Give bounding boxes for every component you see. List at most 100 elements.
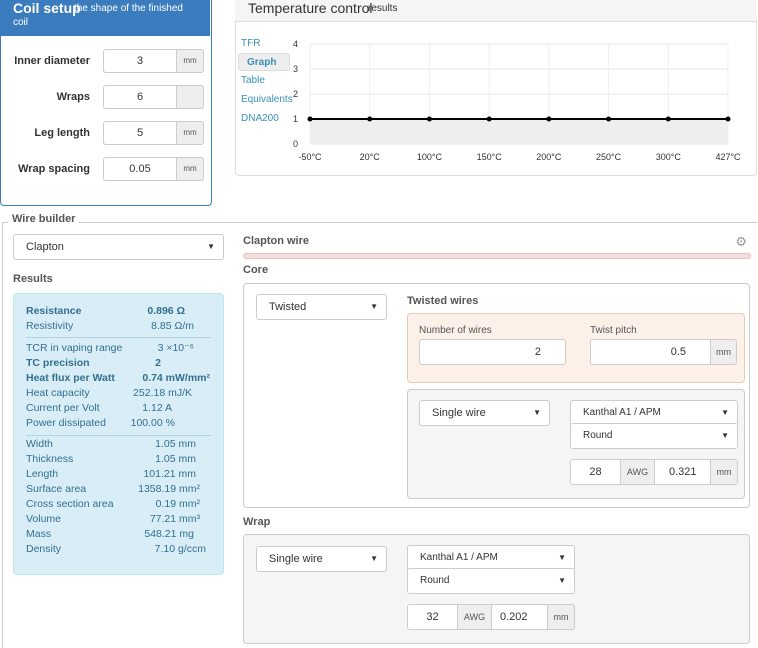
resistance-label: Resistance (26, 305, 82, 317)
wire-type-value: Clapton (26, 241, 64, 253)
number-of-wires-input[interactable]: 2 (419, 339, 566, 365)
data-point (486, 116, 492, 122)
gear-icon[interactable]: ⚙ (735, 234, 747, 250)
heat-capacity-value: 252.18 mJ/K (133, 387, 192, 399)
core-diameter-unit: mm (710, 459, 738, 485)
coil-setup-subtitle: the shape of the finished (74, 3, 183, 14)
wire-builder-label: Wire builder (8, 213, 80, 225)
core-shape-value: Round (583, 430, 613, 441)
inner-diameter-input[interactable]: 3 (103, 49, 177, 73)
core-awg-unit: AWG (620, 459, 655, 485)
x-tick-label: 20°C (360, 152, 381, 162)
inner-diameter-unit: mm (177, 49, 204, 73)
x-tick-label: 250°C (596, 152, 622, 162)
twist-pitch-input[interactable]: 0.5 (590, 339, 711, 365)
current-label: Current per Volt (26, 402, 100, 414)
tcr-label: TCR in vaping range (26, 342, 123, 354)
density-value: 7.10 g/ccm (154, 543, 206, 555)
clapton-wire-title: Clapton wire (243, 235, 310, 247)
y-tick-label: 2 (293, 89, 298, 99)
series-area (310, 119, 728, 144)
results-title: Results (13, 273, 53, 285)
volume-value: 77.21 mm³ (149, 513, 200, 525)
x-tick-label: 300°C (656, 152, 682, 162)
surface-area-label: Surface area (26, 483, 87, 495)
wrap-shape-value: Round (420, 575, 450, 586)
power-dissipated-value: 100.00 % (130, 417, 175, 429)
core-wire-type-value: Single wire (432, 407, 486, 419)
wire-type-select[interactable]: Clapton ▼ (13, 234, 224, 260)
core-wire-type-select[interactable]: Single wire ▼ (419, 400, 550, 426)
volume-label: Volume (26, 513, 62, 525)
wrap-awg-unit: AWG (457, 604, 492, 630)
wrap-spacing-label: Wrap spacing (18, 163, 90, 175)
inner-diameter-label: Inner diameter (14, 55, 90, 67)
twist-pitch-unit: mm (710, 339, 737, 365)
leg-length-unit: mm (177, 121, 204, 145)
data-point (725, 116, 731, 122)
mass-label: Mass (26, 528, 52, 540)
x-tick-label: 100°C (417, 152, 443, 162)
core-type-value: Twisted (269, 301, 307, 313)
core-awg-input[interactable]: 28 (570, 459, 621, 485)
twist-pitch-label: Twist pitch (590, 325, 637, 336)
width-label: Width (26, 438, 53, 450)
tab-tfr[interactable]: TFR (238, 35, 290, 53)
resistance-value: 0.896 Ω (147, 305, 185, 317)
wraps-input[interactable]: 6 (103, 85, 177, 109)
chevron-down-icon: ▼ (558, 576, 566, 585)
core-type-select[interactable]: Twisted ▼ (256, 294, 387, 320)
wrap-diameter-input[interactable]: 0.202 (491, 604, 548, 630)
chevron-down-icon: ▼ (558, 553, 566, 562)
core-shape-select[interactable]: Round ▼ (570, 423, 738, 449)
chevron-down-icon: ▼ (370, 554, 378, 563)
core-material-value: Kanthal A1 / APM (583, 407, 661, 418)
wrap-shape-select[interactable]: Round ▼ (407, 568, 575, 594)
wrap-type-value: Single wire (269, 553, 323, 565)
temperature-control-title: Temperature control (248, 0, 373, 16)
tcr-value: 3 ×10⁻⁶ (157, 342, 194, 354)
tc-precision-label: TC precision (26, 357, 90, 369)
core-diameter-input[interactable]: 0.321 (654, 459, 711, 485)
chevron-down-icon: ▼ (207, 242, 215, 251)
data-point (307, 116, 313, 122)
clapton-progress-bar (243, 253, 751, 259)
temperature-control-header: Temperature control results (235, 0, 757, 22)
tab-dna200[interactable]: DNA200 (238, 110, 290, 128)
temperature-control-subtitle: results (368, 3, 398, 14)
tab-equivalents[interactable]: Equivalents (238, 91, 293, 109)
wrap-type-select[interactable]: Single wire ▼ (256, 546, 387, 572)
tab-graph[interactable]: Graph (238, 53, 290, 71)
x-tick-label: 427°C (715, 152, 741, 162)
power-dissipated-label: Power dissipated (26, 417, 106, 429)
twisted-wires-label: Twisted wires (407, 295, 479, 307)
wrap-awg-input[interactable]: 32 (407, 604, 458, 630)
core-label: Core (243, 264, 269, 276)
number-of-wires-label: Number of wires (419, 325, 492, 336)
wrap-spacing-unit: mm (177, 157, 204, 181)
wraps-label: Wraps (56, 91, 90, 103)
heat-flux-value: 0.74 mW/mm² (142, 372, 210, 384)
y-tick-label: 0 (293, 139, 298, 149)
coil-setup-subtitle-2: coil (13, 17, 29, 28)
wrap-spacing-input[interactable]: 0.05 (103, 157, 177, 181)
resistivity-label: Resistivity (26, 320, 74, 332)
width-value: 1.05 mm (155, 438, 196, 450)
tab-table[interactable]: Table (238, 72, 290, 90)
leg-length-input[interactable]: 5 (103, 121, 177, 145)
wraps-unit (177, 85, 204, 109)
chevron-down-icon: ▼ (370, 302, 378, 311)
wrap-material-value: Kanthal A1 / APM (420, 552, 498, 563)
y-tick-label: 1 (293, 114, 298, 124)
surface-area-value: 1358.19 mm² (138, 483, 200, 495)
current-value: 1.12 A (142, 402, 172, 414)
resistivity-value: 8.85 Ω/m (151, 320, 194, 332)
results-divider (26, 435, 211, 436)
heat-capacity-label: Heat capacity (26, 387, 90, 399)
chevron-down-icon: ▼ (533, 408, 541, 417)
coil-setup-title: Coil setup (13, 0, 81, 16)
cross-section-area-label: Cross section area (26, 498, 114, 510)
data-point (367, 116, 373, 122)
tc-precision-value: 2 (155, 357, 161, 369)
y-tick-label: 4 (293, 39, 298, 49)
